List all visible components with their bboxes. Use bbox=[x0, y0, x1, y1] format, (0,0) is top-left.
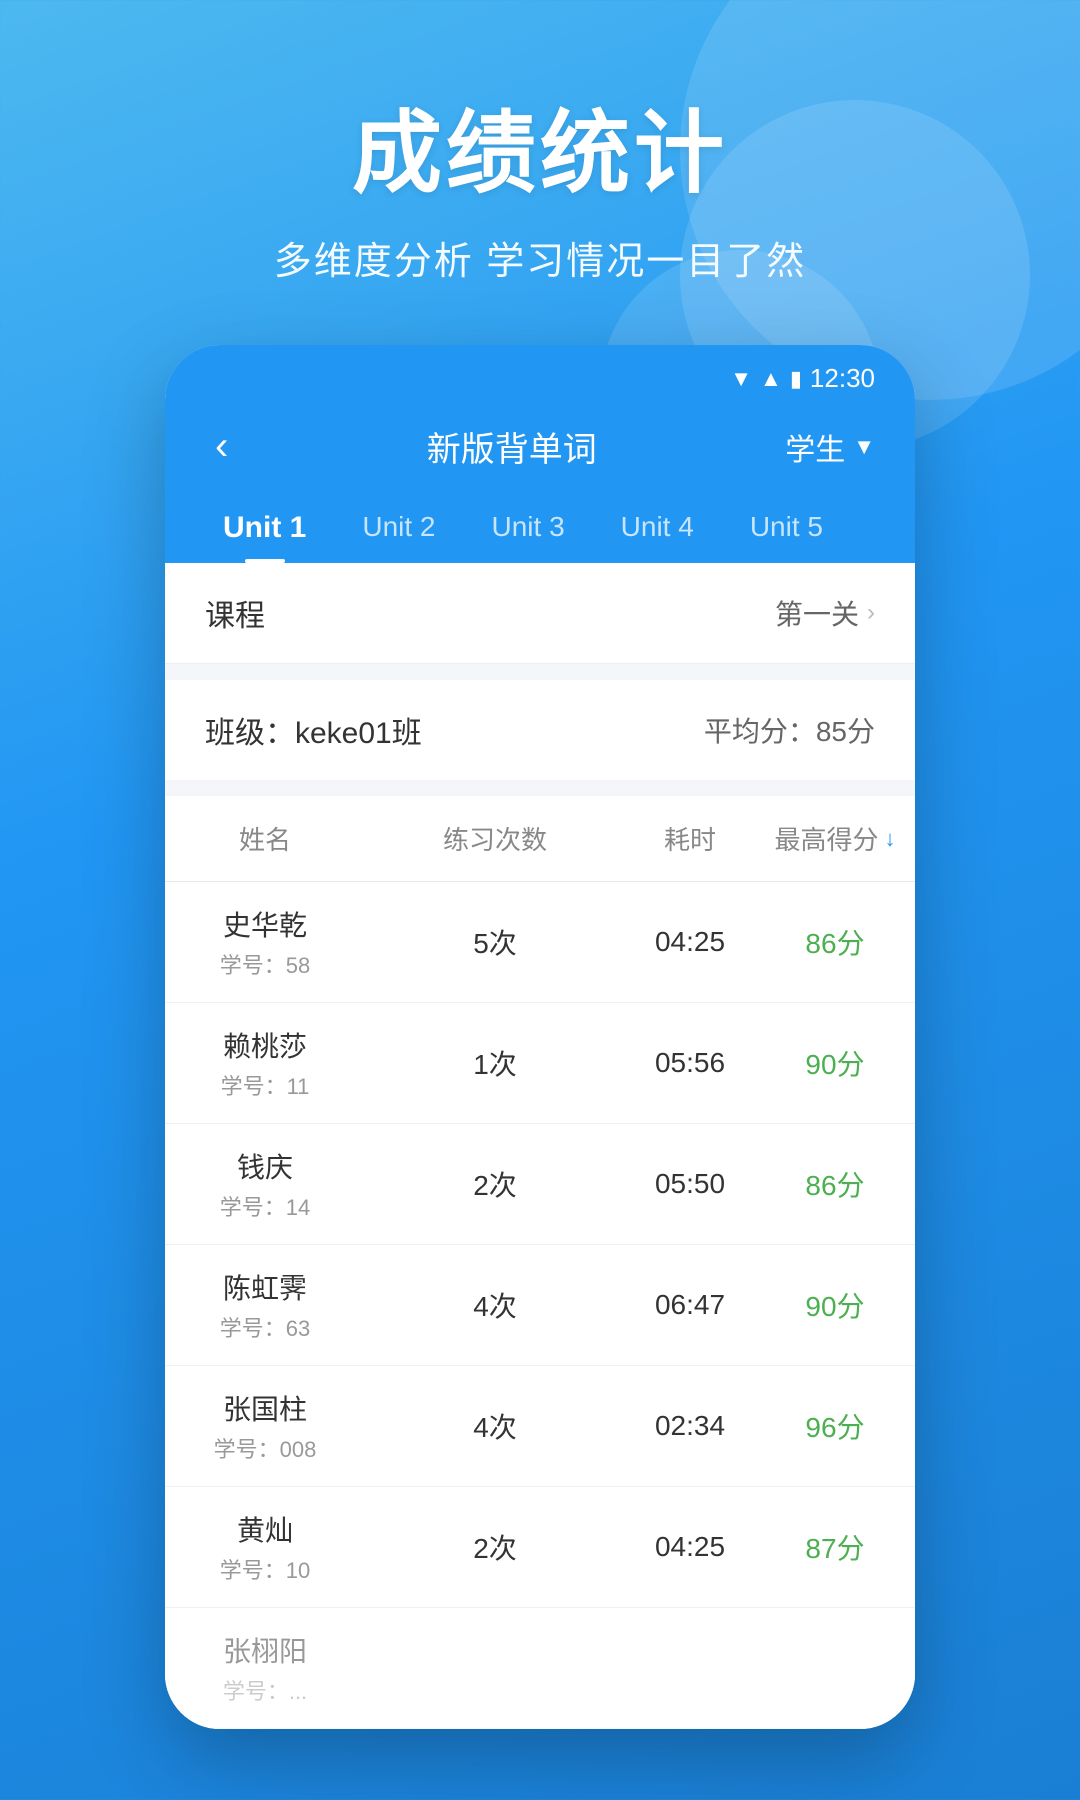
phone-mockup: ▼ ▲ ▮ 12:30 ‹ 新版背单词 学生 ▼ Unit 1 Unit 2 U… bbox=[165, 345, 915, 1729]
practice-time: 06:47 bbox=[625, 1269, 755, 1341]
class-info-row: 班级：keke01班 平均分：85分 bbox=[165, 680, 915, 780]
course-level[interactable]: 第一关 › bbox=[775, 593, 875, 633]
scores-table: 姓名 练习次数 耗时 最高得分 ↓ 史华乾 学号：58 5次 04:25 86分 bbox=[165, 796, 915, 1729]
student-name-cell: 史华乾 学号：58 bbox=[165, 882, 365, 1002]
student-id: 学号：58 bbox=[220, 948, 310, 980]
course-arrow-icon: › bbox=[867, 599, 875, 627]
practice-time: 02:34 bbox=[625, 1390, 755, 1462]
highest-score: 87分 bbox=[755, 1507, 915, 1587]
student-name: 钱庆 bbox=[237, 1146, 293, 1186]
student-label: 学生 bbox=[785, 425, 845, 469]
table-row: 陈虹霁 学号：63 4次 06:47 90分 bbox=[165, 1245, 915, 1366]
th-score-label: 最高得分 bbox=[774, 820, 878, 857]
table-row: 黄灿 学号：10 2次 04:25 87分 bbox=[165, 1487, 915, 1608]
table-row: 张国柱 学号：008 4次 02:34 96分 bbox=[165, 1366, 915, 1487]
practice-time bbox=[625, 1648, 755, 1688]
highest-score: 90分 bbox=[755, 1265, 915, 1345]
highest-score: 86分 bbox=[755, 902, 915, 982]
table-row: 赖桃莎 学号：11 1次 05:56 90分 bbox=[165, 1003, 915, 1124]
student-id: 学号：10 bbox=[220, 1553, 310, 1585]
course-label: 课程 bbox=[205, 591, 265, 635]
student-dropdown-button[interactable]: 学生 ▼ bbox=[785, 425, 875, 469]
student-name: 陈虹霁 bbox=[223, 1267, 307, 1307]
status-time: 12:30 bbox=[810, 363, 875, 394]
practice-count: 4次 bbox=[365, 1265, 625, 1345]
th-score-sortable[interactable]: 最高得分 ↓ bbox=[755, 796, 915, 881]
highest-score: 96分 bbox=[755, 1386, 915, 1466]
highest-score bbox=[755, 1648, 915, 1688]
back-button[interactable]: ‹ bbox=[205, 414, 238, 479]
sort-arrow-icon: ↓ bbox=[885, 826, 896, 852]
nav-bar: ‹ 新版背单词 学生 ▼ bbox=[165, 404, 915, 479]
practice-count: 2次 bbox=[365, 1507, 625, 1587]
practice-count: 4次 bbox=[365, 1386, 625, 1466]
student-name-cell: 钱庆 学号：14 bbox=[165, 1124, 365, 1244]
student-name-cell: 张国柱 学号：008 bbox=[165, 1366, 365, 1486]
page-main-title: 成绩统计 bbox=[0, 80, 1080, 210]
page-subtitle: 多维度分析 学习情况一目了然 bbox=[0, 230, 1080, 285]
student-name: 赖桃莎 bbox=[223, 1025, 307, 1065]
student-name-cell: 陈虹霁 学号：63 bbox=[165, 1245, 365, 1365]
student-name: 张栩阳 bbox=[223, 1630, 307, 1670]
practice-time: 04:25 bbox=[625, 1511, 755, 1583]
avg-score: 平均分：85分 bbox=[704, 710, 875, 750]
signal-icon: ▲ bbox=[760, 366, 782, 392]
table-row: 张栩阳 学号：... bbox=[165, 1608, 915, 1729]
practice-time: 05:50 bbox=[625, 1148, 755, 1220]
practice-count: 1次 bbox=[365, 1023, 625, 1103]
highest-score: 86分 bbox=[755, 1144, 915, 1224]
th-time: 耗时 bbox=[625, 796, 755, 881]
tab-unit3[interactable]: Unit 3 bbox=[464, 499, 593, 563]
status-bar: ▼ ▲ ▮ 12:30 bbox=[165, 345, 915, 404]
th-name: 姓名 bbox=[165, 796, 365, 881]
course-row[interactable]: 课程 第一关 › bbox=[165, 563, 915, 664]
tab-unit2[interactable]: Unit 2 bbox=[334, 499, 463, 563]
student-id: 学号：14 bbox=[220, 1190, 310, 1222]
student-name-cell: 赖桃莎 学号：11 bbox=[165, 1003, 365, 1123]
student-id: 学号：63 bbox=[220, 1311, 310, 1343]
tab-unit4[interactable]: Unit 4 bbox=[593, 499, 722, 563]
student-name: 张国柱 bbox=[223, 1388, 307, 1428]
student-id: 学号：... bbox=[223, 1674, 307, 1706]
table-header: 姓名 练习次数 耗时 最高得分 ↓ bbox=[165, 796, 915, 882]
tab-unit5[interactable]: Unit 5 bbox=[722, 499, 851, 563]
highest-score: 90分 bbox=[755, 1023, 915, 1103]
dropdown-arrow-icon: ▼ bbox=[853, 434, 875, 460]
nav-title: 新版背单词 bbox=[427, 422, 597, 471]
tab-unit1[interactable]: Unit 1 bbox=[195, 499, 334, 563]
battery-icon: ▮ bbox=[790, 366, 802, 392]
student-name: 黄灿 bbox=[237, 1509, 293, 1549]
practice-time: 05:56 bbox=[625, 1027, 755, 1099]
table-row: 钱庆 学号：14 2次 05:50 86分 bbox=[165, 1124, 915, 1245]
table-row: 史华乾 学号：58 5次 04:25 86分 bbox=[165, 882, 915, 1003]
student-name: 史华乾 bbox=[223, 904, 307, 944]
wifi-icon: ▼ bbox=[730, 366, 752, 392]
practice-count bbox=[365, 1648, 625, 1688]
header-section: 成绩统计 多维度分析 学习情况一目了然 bbox=[0, 0, 1080, 285]
practice-count: 5次 bbox=[365, 902, 625, 982]
student-name-cell: 黄灿 学号：10 bbox=[165, 1487, 365, 1607]
content-area: 课程 第一关 › 班级：keke01班 平均分：85分 姓名 练习次数 耗时 最… bbox=[165, 563, 915, 1729]
course-level-text: 第一关 bbox=[775, 593, 859, 633]
class-name: 班级：keke01班 bbox=[205, 708, 422, 752]
practice-count: 2次 bbox=[365, 1144, 625, 1224]
th-count: 练习次数 bbox=[365, 796, 625, 881]
student-id: 学号：11 bbox=[221, 1069, 310, 1101]
student-id: 学号：008 bbox=[214, 1432, 317, 1464]
practice-time: 04:25 bbox=[625, 906, 755, 978]
status-icons: ▼ ▲ ▮ 12:30 bbox=[730, 363, 875, 394]
unit-tabs: Unit 1 Unit 2 Unit 3 Unit 4 Unit 5 bbox=[165, 479, 915, 563]
student-name-cell: 张栩阳 学号：... bbox=[165, 1608, 365, 1728]
